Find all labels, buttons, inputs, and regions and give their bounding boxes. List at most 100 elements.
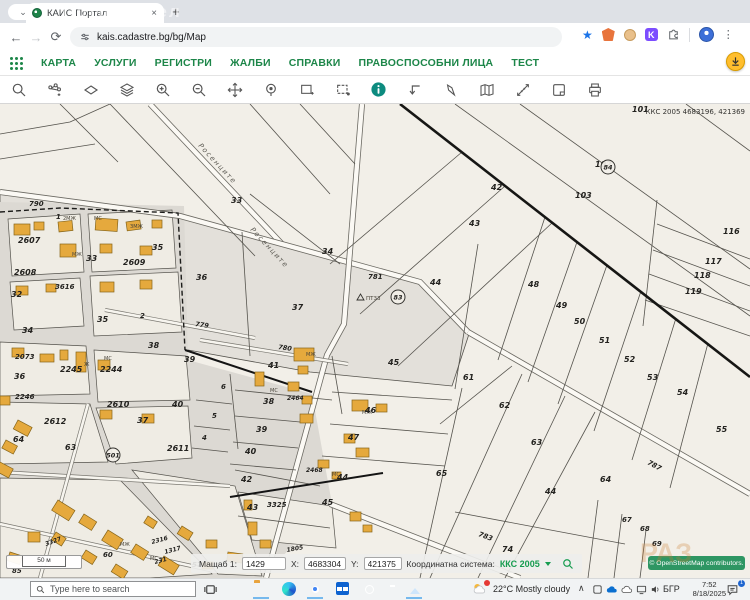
parcel-number-label: 53 bbox=[647, 373, 659, 382]
tab-title: КАИС Портал bbox=[47, 8, 145, 19]
building bbox=[140, 280, 152, 289]
crs-value[interactable]: ККС 2005 bbox=[500, 559, 540, 569]
osm-attribution-badge[interactable]: © OpenStreetMap contributors. bbox=[648, 556, 745, 570]
building-type-label: МС bbox=[94, 216, 102, 222]
browser-tab[interactable]: КАИС Портал × bbox=[26, 3, 164, 23]
layer-tool-icon[interactable] bbox=[82, 81, 99, 98]
k-extension-icon[interactable]: K bbox=[645, 28, 658, 41]
parcel-number-label: 47 bbox=[347, 433, 360, 442]
building bbox=[34, 222, 44, 230]
scale-input[interactable] bbox=[242, 557, 286, 570]
microsoft-store-icon[interactable] bbox=[336, 582, 349, 595]
parcel-number-label: 3325 bbox=[267, 501, 287, 509]
cloud-icon[interactable] bbox=[621, 585, 633, 594]
tray-chevron-icon[interactable]: ∧ bbox=[578, 583, 585, 594]
browser-menu-icon[interactable]: ⋮ bbox=[723, 28, 734, 41]
menu-test[interactable]: ТЕСТ bbox=[511, 57, 539, 69]
parcel-number-label: 43 bbox=[468, 219, 481, 228]
back-icon[interactable]: ← bbox=[6, 30, 26, 45]
x-coordinate-input[interactable] bbox=[304, 557, 346, 570]
address-bar[interactable]: kais.cadastre.bg/bg/Map bbox=[70, 27, 562, 47]
notification-count-badge: 1 bbox=[738, 580, 745, 587]
parcel-number-label: 2073 bbox=[15, 353, 35, 361]
tab-close-icon[interactable]: × bbox=[150, 8, 158, 19]
previous-extent-tool-icon[interactable] bbox=[406, 81, 423, 98]
parcel-number-label: 2609 bbox=[123, 258, 146, 267]
locate-tool-icon[interactable] bbox=[262, 81, 279, 98]
pan-tool-icon[interactable] bbox=[226, 81, 243, 98]
zoom-in-tool-icon[interactable] bbox=[154, 81, 171, 98]
language-indicator[interactable]: БГР bbox=[663, 584, 680, 594]
parcel-number-label: 43 bbox=[246, 503, 259, 512]
menu-spravki[interactable]: СПРАВКИ bbox=[289, 57, 341, 69]
scalebar-label: 50 м bbox=[22, 556, 66, 567]
building-type-label: МЖ bbox=[306, 352, 316, 358]
bookmark-star-icon[interactable]: ★ bbox=[582, 28, 593, 42]
print-tool-icon[interactable] bbox=[586, 81, 603, 98]
info-tool-icon[interactable] bbox=[370, 81, 387, 98]
clock[interactable]: 7:52 8/18/2025 bbox=[693, 580, 726, 598]
weather-icon[interactable] bbox=[472, 582, 488, 597]
select-rect-add-tool-icon[interactable] bbox=[298, 81, 315, 98]
menu-pravosposobni-litsa[interactable]: ПРАВОСПОСОБНИ ЛИЦА bbox=[358, 57, 493, 69]
y-coordinate-input[interactable] bbox=[364, 557, 402, 570]
tan-extension-icon[interactable] bbox=[624, 29, 636, 41]
map-viewport[interactable]: 2МЖМСЗМЖМЖМСЖМЖМСМЖМСМЖМС 79012607260832… bbox=[0, 104, 750, 578]
identify-pointer-tool-icon[interactable] bbox=[442, 81, 459, 98]
statusbar-search-icon[interactable] bbox=[562, 558, 574, 570]
parcel-number-label: 33 bbox=[86, 254, 98, 263]
action-center-icon[interactable]: 1 bbox=[726, 583, 741, 598]
browser-extensions: ★ K ⋮ bbox=[582, 27, 734, 42]
map-canvas[interactable]: 2МЖМСЗМЖМЖМСЖМЖМСМЖМСМЖМС 79012607260832… bbox=[0, 104, 750, 578]
select-rect-tool-icon[interactable] bbox=[334, 81, 351, 98]
menu-registri[interactable]: РЕГИСТРИ bbox=[155, 57, 212, 69]
edge-browser-icon[interactable] bbox=[282, 582, 296, 596]
apps-grid-icon[interactable] bbox=[10, 57, 23, 70]
zoom-out-tool-icon[interactable] bbox=[190, 81, 207, 98]
reload-icon[interactable]: ⟳ bbox=[46, 29, 66, 45]
new-tab-button[interactable]: + bbox=[172, 5, 180, 18]
select-network-tool-icon[interactable] bbox=[46, 81, 63, 98]
parcel-number-label: 49 bbox=[555, 301, 568, 310]
map-book-tool-icon[interactable] bbox=[478, 81, 495, 98]
building-type-label: Ж bbox=[84, 362, 90, 368]
tray-app-icon[interactable] bbox=[592, 584, 603, 595]
circled-road-number-text: 83 bbox=[393, 293, 403, 301]
extensions-puzzle-icon[interactable] bbox=[667, 28, 680, 41]
onedrive-icon[interactable] bbox=[606, 585, 618, 594]
building bbox=[248, 522, 257, 535]
menu-karta[interactable]: КАРТА bbox=[41, 57, 76, 69]
taskbar-search-icon bbox=[36, 585, 45, 594]
parcel-number-label: 103 bbox=[575, 191, 592, 200]
parcel-number-label: 118 bbox=[694, 271, 711, 280]
layers-tool-icon[interactable] bbox=[118, 81, 135, 98]
building bbox=[288, 382, 299, 391]
network-icon[interactable] bbox=[636, 584, 647, 595]
parcel-number-label: 60 bbox=[103, 551, 113, 559]
site-info-icon[interactable] bbox=[80, 32, 90, 42]
weather-text[interactable]: 22°C Mostly cloudy bbox=[493, 584, 570, 594]
task-view-icon[interactable] bbox=[203, 582, 218, 597]
parcel-number-label: 45 bbox=[387, 358, 400, 367]
menu-uslugi[interactable]: УСЛУГИ bbox=[94, 57, 136, 69]
parcel-number-label: 74 bbox=[502, 545, 514, 554]
parcel-number-label: 5 bbox=[212, 412, 217, 420]
note-tool-icon[interactable] bbox=[550, 81, 567, 98]
speaker-icon[interactable] bbox=[650, 584, 661, 595]
forward-icon[interactable]: → bbox=[26, 30, 46, 45]
building bbox=[14, 224, 30, 235]
cursor-coordinates-tooltip: ККС 2005 4683196, 421369 bbox=[646, 108, 745, 116]
fox-extension-icon[interactable] bbox=[602, 28, 615, 41]
weather-alert-badge bbox=[484, 580, 490, 586]
taskbar-search-box[interactable]: Type here to search bbox=[30, 581, 196, 597]
search-tool-icon[interactable] bbox=[10, 81, 27, 98]
menu-zhalbi[interactable]: ЖАЛБИ bbox=[230, 57, 271, 69]
parcel-number-label: 35 bbox=[152, 243, 164, 252]
download-circle-button[interactable] bbox=[726, 52, 745, 71]
crs-dropdown-caret-icon[interactable] bbox=[545, 562, 551, 566]
map-statusbar: Мащаб 1: X: Y: Координатна система: ККС … bbox=[191, 554, 582, 573]
parcel-number-label: 42 bbox=[490, 183, 503, 192]
parcel-number-label: 2611 bbox=[167, 444, 189, 453]
measure-tool-icon[interactable] bbox=[514, 81, 531, 98]
profile-avatar[interactable] bbox=[699, 27, 714, 42]
